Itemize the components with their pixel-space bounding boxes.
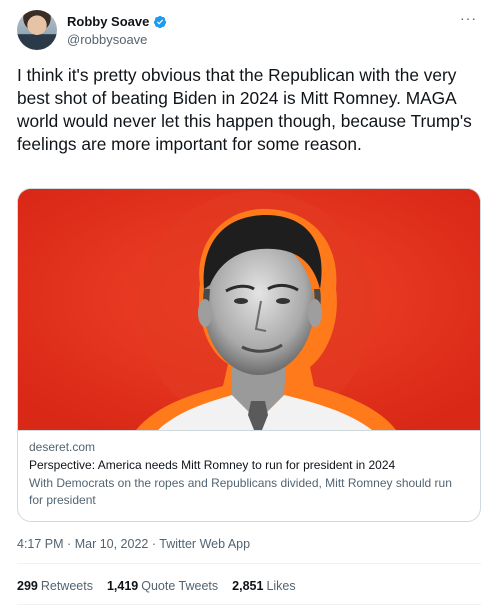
romney-portrait-image bbox=[18, 189, 480, 430]
meta-separator: · bbox=[67, 537, 72, 551]
retweets-count: 299 bbox=[17, 579, 38, 593]
author-handle[interactable]: @robbysoave bbox=[67, 32, 147, 47]
quote-tweets-count: 1,419 bbox=[106, 579, 139, 593]
retweets-label: Retweets bbox=[40, 579, 93, 593]
tweet: Robby Soave @robbysoave ··· I think it's… bbox=[0, 0, 499, 613]
tweet-source[interactable]: Twitter Web App bbox=[159, 537, 250, 551]
tweet-text: I think it's pretty obvious that the Rep… bbox=[17, 65, 472, 154]
divider bbox=[17, 563, 481, 564]
retweets-stat[interactable]: 299 Retweets bbox=[17, 579, 93, 593]
engagement-stats: 299 Retweets 1,419 Quote Tweets 2,851 Likes bbox=[17, 579, 296, 593]
likes-label: Likes bbox=[266, 579, 296, 593]
card-title: Perspective: America needs Mitt Romney t… bbox=[29, 458, 396, 472]
tweet-time[interactable]: 4:17 PM bbox=[17, 537, 64, 551]
avatar[interactable] bbox=[17, 10, 57, 50]
card-body: deseret.com Perspective: America needs M… bbox=[18, 430, 480, 509]
author-row: Robby Soave bbox=[67, 14, 167, 29]
card-description: With Democrats on the ropes and Republic… bbox=[29, 476, 452, 507]
card-image bbox=[18, 189, 480, 430]
meta-separator: · bbox=[151, 537, 157, 551]
more-options-icon[interactable]: ··· bbox=[460, 10, 477, 26]
tweet-date[interactable]: Mar 10, 2022 bbox=[75, 537, 149, 551]
author-display-name[interactable]: Robby Soave bbox=[67, 14, 149, 29]
tweet-meta: 4:17 PM · Mar 10, 2022 · Twitter Web App bbox=[17, 537, 250, 551]
quote-tweets-label: Quote Tweets bbox=[141, 579, 219, 593]
divider bbox=[17, 604, 481, 605]
card-domain: deseret.com bbox=[29, 440, 96, 454]
verified-badge-icon bbox=[154, 15, 167, 28]
likes-stat[interactable]: 2,851 Likes bbox=[232, 579, 295, 593]
quote-tweets-stat[interactable]: 1,419 Quote Tweets bbox=[107, 579, 218, 593]
link-card[interactable]: deseret.com Perspective: America needs M… bbox=[17, 188, 481, 522]
likes-count: 2,851 bbox=[232, 579, 264, 593]
